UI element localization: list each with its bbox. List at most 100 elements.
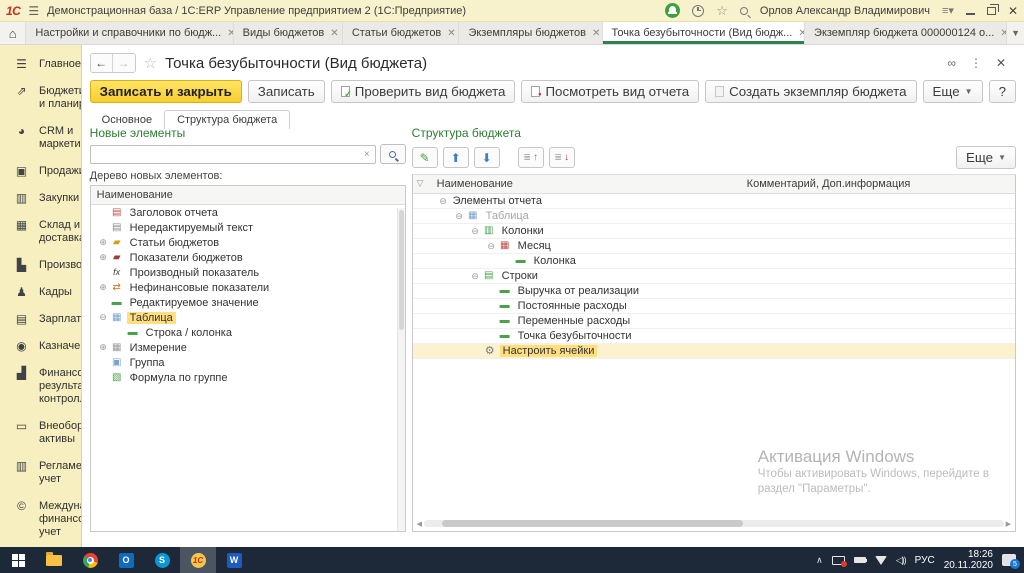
sidebar-item-sales[interactable]: ▣Продажи [0, 158, 81, 185]
expand-icon[interactable]: ⊕ [97, 342, 110, 353]
action-center-icon[interactable]: 5 [1002, 554, 1016, 566]
tree-item-rows[interactable]: ⊖Строки [413, 269, 1015, 284]
start-button[interactable] [0, 547, 36, 573]
service-menu-icon[interactable]: ≡▾ [942, 4, 954, 17]
language-indicator[interactable]: РУС [915, 555, 935, 566]
tab-close-icon[interactable]: ✕ [1000, 28, 1007, 39]
tab-close-icon[interactable]: ✕ [330, 28, 338, 39]
scrollbar-thumb[interactable] [442, 520, 743, 527]
tree-item-variable-costs[interactable]: Переменные расходы [413, 314, 1015, 329]
vertical-scrollbar[interactable] [397, 208, 405, 531]
add-to-favorites-icon[interactable]: ☆ [144, 54, 157, 72]
chrome-button[interactable] [72, 547, 108, 573]
collapse-icon[interactable]: ⊖ [469, 271, 482, 282]
tab-list-dropdown-icon[interactable]: ▼ [1007, 22, 1024, 44]
history-icon[interactable] [692, 5, 704, 17]
sidebar-item-treasury[interactable]: ◉Казначейство [0, 333, 81, 360]
speaker-icon[interactable]: ◁)) [896, 555, 906, 566]
sidebar-item-ifrs[interactable]: ©Международный финансовый учет [0, 493, 81, 546]
tab-breakeven-point[interactable]: Точка безубыточности (Вид бюдж... ✕ [603, 22, 806, 44]
move-down-button[interactable]: ⬇ [474, 147, 500, 168]
main-menu-icon[interactable]: ☰ [28, 5, 39, 17]
sidebar-item-fixed-assets[interactable]: ▭Внеоборотные активы [0, 413, 81, 453]
tree-item-report-elements[interactable]: ⊖Элементы отчета [413, 194, 1015, 209]
help-button[interactable]: ? [989, 80, 1016, 103]
tree-item-table[interactable]: ⊖Таблица [91, 310, 405, 325]
tree-item-revenue[interactable]: Выручка от реализации [413, 284, 1015, 299]
global-search-icon[interactable] [740, 7, 748, 15]
1c-app-button[interactable]: 1С [180, 547, 216, 573]
sidebar-item-crm[interactable]: ◕CRM и маркетинг [0, 118, 81, 158]
favorites-star-icon[interactable]: ☆ [716, 4, 728, 17]
collapse-icon[interactable]: ⊖ [453, 211, 466, 222]
collapse-icon[interactable]: ⊖ [485, 241, 498, 252]
file-explorer-button[interactable] [36, 547, 72, 573]
tree-item-editable-value[interactable]: Редактируемое значение [91, 295, 405, 310]
tree-item-column[interactable]: Колонка [413, 254, 1015, 269]
tab-budget-kinds[interactable]: Виды бюджетов ✕ [234, 22, 343, 44]
tab-budget-articles[interactable]: Статьи бюджетов ✕ [343, 22, 460, 44]
tree-item-configure-cells[interactable]: Настроить ячейки [413, 344, 1015, 359]
tree-item-derived-indicator[interactable]: Производный показатель [91, 265, 405, 280]
user-name[interactable]: Орлов Александр Владимирович [760, 5, 930, 17]
tab-close-icon[interactable]: ✕ [592, 28, 600, 39]
edit-button[interactable]: ✎ [412, 147, 438, 168]
minimize-icon[interactable] [966, 13, 975, 15]
word-button[interactable]: W [216, 547, 252, 573]
move-out-group-button[interactable]: ≣↓ [549, 147, 575, 168]
tree-item-row-column[interactable]: Строка / колонка [91, 325, 405, 340]
expand-icon[interactable]: ⊕ [97, 282, 110, 293]
expand-icon[interactable]: ⊕ [97, 237, 110, 248]
sidebar-item-production[interactable]: ▙Производство [0, 252, 81, 279]
get-link-icon[interactable]: ∞ [947, 56, 956, 70]
column-header-comment[interactable]: Комментарий, Доп.информация [747, 178, 911, 190]
tab-close-icon[interactable]: ✕ [798, 28, 805, 39]
nav-forward-button[interactable]: → [113, 54, 135, 72]
battery-icon[interactable] [854, 557, 866, 563]
tree-item-static-text[interactable]: Нередактируемый текст [91, 220, 405, 235]
view-report-button[interactable]: Посмотреть вид отчета [521, 80, 699, 103]
column-header-name[interactable]: Наименование [437, 178, 747, 190]
tree-item-group[interactable]: Группа [91, 355, 405, 370]
scroll-right-icon[interactable]: ▶ [1006, 520, 1011, 528]
scroll-left-icon[interactable]: ◀ [417, 520, 422, 528]
tab-close-icon[interactable]: ✕ [447, 28, 455, 39]
tree-item-group-formula[interactable]: Формула по группе [91, 370, 405, 385]
search-input[interactable]: × [90, 145, 376, 164]
sidebar-item-hr[interactable]: ♟Кадры [0, 279, 81, 306]
sidebar-item-budgeting[interactable]: ⇗Бюджетирование и планирование [0, 78, 81, 118]
restore-icon[interactable] [987, 7, 996, 15]
home-tab[interactable]: ⌂ [0, 22, 26, 44]
filter-icon[interactable]: ▽ [417, 178, 437, 190]
tree-item-nonfinancial[interactable]: ⊕Нефинансовые показатели [91, 280, 405, 295]
notifications-bell-icon[interactable] [665, 3, 680, 18]
tree-item-dimension[interactable]: ⊕Измерение [91, 340, 405, 355]
search-button[interactable] [380, 144, 406, 164]
clock[interactable]: 18:26 20.11.2020 [944, 549, 993, 571]
save-and-close-button[interactable]: Записать и закрыть [90, 80, 242, 103]
screen-recorder-icon[interactable] [832, 556, 845, 565]
more-actions-icon[interactable]: ⋮ [970, 56, 982, 70]
tab-budget-instances[interactable]: Экземпляры бюджетов ✕ [459, 22, 602, 44]
window-close-icon[interactable]: ✕ [1008, 5, 1018, 17]
collapse-icon[interactable]: ⊖ [97, 312, 110, 323]
sidebar-item-fin-result[interactable]: ▟Финансовый результат и контроллинг [0, 360, 81, 413]
more-button[interactable]: Еще▼ [923, 80, 983, 103]
move-in-group-button[interactable]: ≣↑ [518, 147, 544, 168]
sidebar-item-main[interactable]: ☰Главное [0, 51, 81, 78]
expand-icon[interactable]: ⊕ [97, 252, 110, 263]
nav-back-button[interactable]: ← [91, 54, 113, 72]
save-button[interactable]: Записать [248, 80, 325, 103]
tree-item-breakeven[interactable]: Точка безубыточности [413, 329, 1015, 344]
clear-search-icon[interactable]: × [364, 149, 370, 160]
collapse-icon[interactable]: ⊖ [469, 226, 482, 237]
tree-item-table[interactable]: ⊖Таблица [413, 209, 1015, 224]
tab-budget-settings[interactable]: Настройки и справочники по бюдж... ✕ [26, 22, 233, 44]
structure-more-button[interactable]: Еще▼ [956, 146, 1016, 169]
tree-item-budget-articles[interactable]: ⊕Статьи бюджетов [91, 235, 405, 250]
form-close-icon[interactable]: ✕ [996, 56, 1006, 70]
skype-button[interactable]: S [144, 547, 180, 573]
column-header-name[interactable]: Наименование [91, 186, 405, 205]
hidden-icons-chevron[interactable]: ∧ [816, 555, 823, 566]
sidebar-item-salary[interactable]: ▤Зарплата [0, 306, 81, 333]
